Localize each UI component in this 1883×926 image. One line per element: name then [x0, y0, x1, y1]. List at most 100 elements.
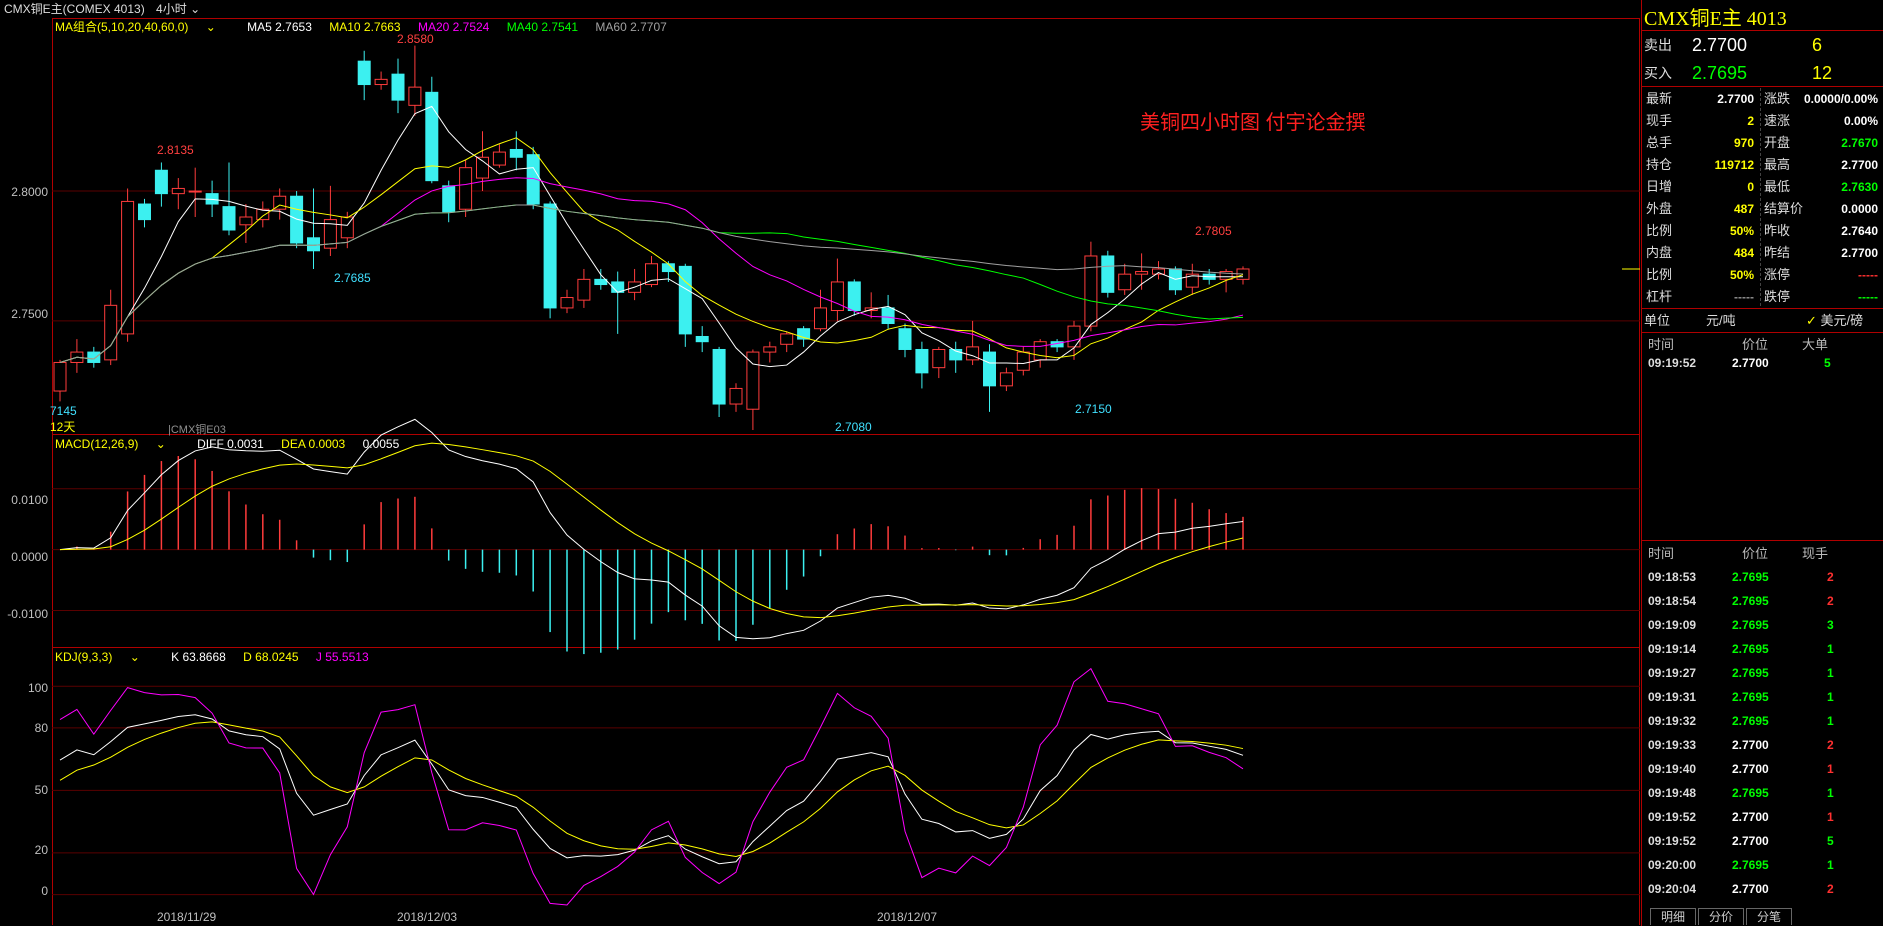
- tick-row[interactable]: 09:19:33 2.7700 2: [1642, 733, 1882, 757]
- candle-body: [932, 348, 946, 369]
- quote-panel: CMX铜E主 4013 卖出 2.7700 6 买入 2.7695 12 最新 2…: [1641, 0, 1883, 926]
- buy-row[interactable]: 买入 2.7695 12: [1644, 62, 1832, 84]
- tick-time: 09:19:09: [1648, 618, 1697, 632]
- stat-value: 2.7640: [1841, 224, 1878, 238]
- candle-body: [763, 346, 777, 353]
- tick-header: 时间 价位 现手: [1648, 546, 1829, 561]
- stat-label: 最低: [1764, 179, 1791, 194]
- ma-group-selector[interactable]: MA组合(5,10,20,40,60,0) ⌄: [55, 20, 230, 34]
- candle-body: [509, 148, 523, 158]
- tick-time: 09:20:00: [1648, 858, 1697, 872]
- tick-price: 2.7695: [1732, 690, 1769, 704]
- tick-row[interactable]: 09:18:54 2.7695 2: [1642, 589, 1882, 613]
- tick-volume: 1: [1827, 666, 1834, 680]
- tab-trades[interactable]: 分笔: [1746, 908, 1793, 925]
- tick-volume: 1: [1827, 810, 1834, 824]
- low-label: 7145: [50, 404, 77, 418]
- tick-volume: 1: [1827, 858, 1834, 872]
- stat-value: 484: [1733, 246, 1754, 260]
- tick-time: 09:19:33: [1648, 738, 1697, 752]
- tick-row[interactable]: 09:19:31 2.7695 1: [1642, 685, 1882, 709]
- tick-volume: 2: [1827, 594, 1834, 608]
- candle-body: [1152, 268, 1165, 275]
- high-label: 2.8580: [397, 32, 434, 46]
- candle-body: [695, 335, 709, 343]
- stat-value: -----: [1858, 268, 1878, 282]
- stat-value: 2.7700: [1717, 92, 1754, 106]
- d-value: D 68.0245: [243, 650, 299, 664]
- candle-body: [459, 167, 473, 210]
- candle-body: [847, 281, 861, 312]
- tick-price: 2.7700: [1732, 882, 1769, 896]
- stat-label: 跌停: [1764, 289, 1791, 304]
- candle-body: [999, 372, 1013, 387]
- stat-label: 速涨: [1764, 113, 1791, 128]
- tab-price-split[interactable]: 分价: [1698, 908, 1745, 925]
- candle-body: [645, 263, 658, 286]
- tick-row[interactable]: 09:19:27 2.7695 1: [1642, 661, 1882, 685]
- unit-label: 单位: [1644, 313, 1671, 328]
- macd-legend: MACD(12,26,9) ⌄ DIFF 0.0031 DEA 0.0003 0…: [55, 437, 413, 451]
- candle-body: [678, 265, 692, 335]
- tick-volume: 2: [1827, 882, 1834, 896]
- tick-row[interactable]: 09:20:00 2.7695 1: [1642, 853, 1882, 877]
- ma5-line: [59, 105, 1243, 368]
- diff-value: DIFF 0.0031: [197, 437, 264, 451]
- candle-body: [560, 297, 574, 309]
- sell-price: 2.7700: [1692, 35, 1748, 55]
- stat-row: 日增 0: [1646, 176, 1758, 198]
- span-label: 12天: [50, 420, 76, 434]
- tick-row[interactable]: 09:20:04 2.7700 2: [1642, 877, 1882, 901]
- sell-row[interactable]: 卖出 2.7700 6: [1644, 34, 1822, 56]
- tick-time: 09:19:31: [1648, 690, 1697, 704]
- tick-row[interactable]: 09:19:48 2.7695 1: [1642, 781, 1882, 805]
- tick-row[interactable]: 09:19:14 2.7695 1: [1642, 637, 1882, 661]
- candle-body: [1118, 273, 1132, 291]
- k-value: K 63.8668: [171, 650, 226, 664]
- stat-value: 0.00%: [1843, 114, 1878, 128]
- tick-price: 2.7695: [1732, 786, 1769, 800]
- chart-annotation-text: 美铜四小时图 付宇论金撰: [1140, 112, 1366, 134]
- candle-body: [442, 185, 456, 213]
- chart-svg[interactable]: [0, 0, 1640, 926]
- chevron-down-icon: ⌄: [155, 437, 166, 451]
- stat-label: 比例: [1646, 267, 1673, 282]
- tick-price: 2.7700: [1732, 810, 1769, 824]
- candle-body: [898, 328, 912, 350]
- unit-row: 单位 元/吨 ✓ 美元/磅: [1644, 311, 1880, 331]
- bigorder-row[interactable]: 09:19:52 2.7700 5: [1642, 356, 1882, 376]
- tick-row[interactable]: 09:19:52 2.7700 1: [1642, 805, 1882, 829]
- d-line: [59, 721, 1244, 857]
- candle-body: [1101, 255, 1115, 293]
- tick-volume: 1: [1827, 642, 1834, 656]
- candle-body: [138, 203, 151, 221]
- tick-price: 2.7695: [1732, 618, 1769, 632]
- tick-row[interactable]: 09:19:32 2.7695 1: [1642, 709, 1882, 733]
- candle-body: [915, 348, 929, 374]
- candle-body: [222, 206, 236, 231]
- kdj-selector[interactable]: KDJ(9,3,3) ⌄: [55, 650, 154, 664]
- ma60-value: MA60 2.7707: [595, 20, 667, 34]
- stat-label: 最新: [1646, 91, 1673, 106]
- unit-value[interactable]: 元/吨: [1706, 311, 1736, 331]
- sell-label: 卖出: [1644, 37, 1672, 53]
- tick-row[interactable]: 09:18:53 2.7695 2: [1642, 565, 1882, 589]
- stat-value: 50%: [1729, 224, 1754, 238]
- tick-row[interactable]: 09:19:52 2.7700 5: [1642, 829, 1882, 853]
- tick-row[interactable]: 09:19:09 2.7695 3: [1642, 613, 1882, 637]
- stat-label: 外盘: [1646, 201, 1673, 216]
- stat-label: 昨收: [1764, 223, 1791, 238]
- tab-detail[interactable]: 明细: [1650, 908, 1697, 925]
- tick-row[interactable]: 09:19:40 2.7700 1: [1642, 757, 1882, 781]
- candle-body: [357, 60, 371, 86]
- macd-selector[interactable]: MACD(12,26,9) ⌄: [55, 437, 180, 451]
- tick-volume: 5: [1827, 834, 1834, 848]
- dea-value: DEA 0.0003: [281, 437, 346, 451]
- tick-price: 2.7695: [1732, 570, 1769, 584]
- candle-body: [391, 73, 405, 101]
- unit-alt[interactable]: ✓ 美元/磅: [1806, 311, 1863, 331]
- high-label: 2.8135: [157, 143, 194, 157]
- low-label: 2.7150: [1075, 402, 1112, 416]
- detail-tabs: 明细 分价 分笔: [1650, 908, 1794, 926]
- tick-time: 09:19:40: [1648, 762, 1697, 776]
